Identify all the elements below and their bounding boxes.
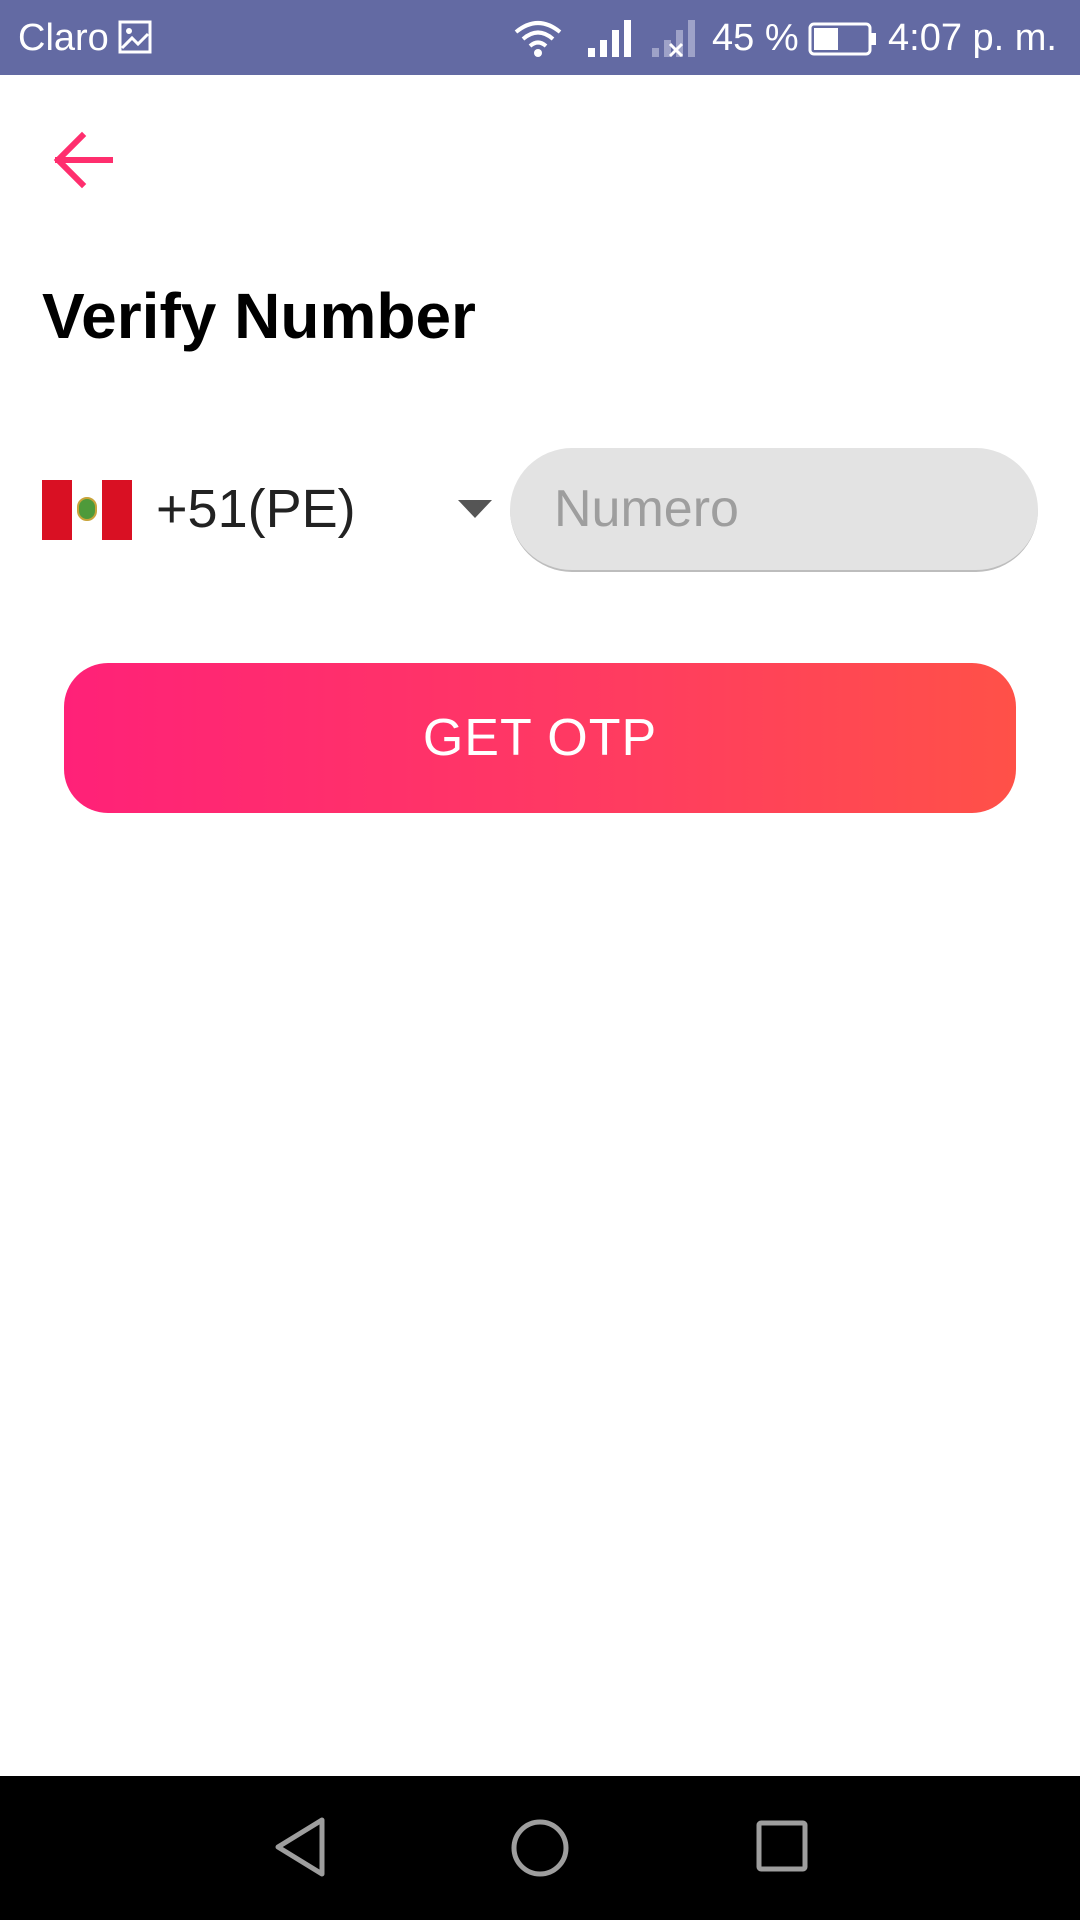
page-title: Verify Number <box>42 280 476 352</box>
arrow-left-icon <box>53 131 113 189</box>
no-signal-icon <box>652 20 695 58</box>
country-code-label: +51(PE) <box>156 479 356 539</box>
status-bar: Claro 45 % 4:07 p. m. <box>0 0 1080 75</box>
battery-percent: 45 % <box>712 17 799 59</box>
country-code-picker[interactable]: +51(PE) <box>42 470 497 550</box>
nav-home-icon[interactable] <box>510 1818 570 1878</box>
navigation-bar <box>0 1776 1080 1920</box>
clock: 4:07 p. m. <box>888 17 1057 59</box>
carrier-name: Claro <box>18 17 109 59</box>
cell-signal-icon <box>588 20 631 57</box>
battery-icon <box>808 22 876 56</box>
back-button[interactable] <box>50 128 118 192</box>
phone-number-input[interactable] <box>510 448 1038 572</box>
image-notification-icon <box>118 20 152 54</box>
peru-flag-icon <box>42 480 132 540</box>
get-otp-button[interactable]: GET OTP <box>64 663 1016 813</box>
wifi-icon <box>514 21 562 57</box>
nav-back-icon[interactable] <box>272 1816 328 1878</box>
dropdown-arrow-icon[interactable] <box>458 500 492 520</box>
nav-recents-icon[interactable] <box>756 1820 808 1872</box>
